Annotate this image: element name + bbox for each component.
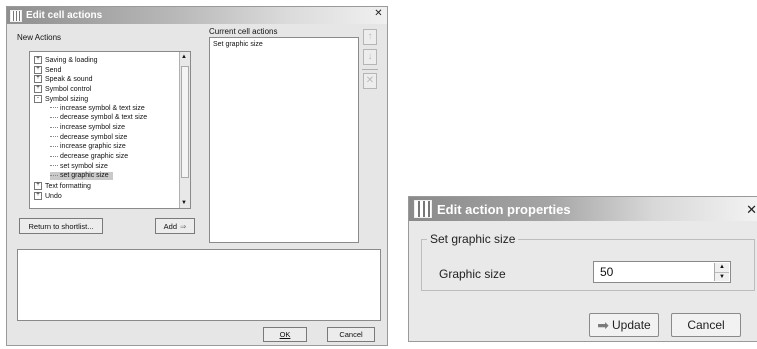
group-title: Set graphic size — [427, 232, 519, 246]
move-down-button[interactable]: ↓ — [363, 49, 377, 65]
tree-item-label: Saving & loading — [45, 56, 98, 64]
cancel-button[interactable]: Cancel — [327, 327, 375, 342]
tree-scrollbar[interactable]: ▲ ▼ — [179, 52, 190, 208]
expand-icon[interactable]: + — [34, 56, 42, 64]
tree-item[interactable]: - Symbol sizing — [34, 94, 92, 104]
window-title: Edit cell actions — [26, 10, 103, 21]
spin-down-icon[interactable]: ▼ — [715, 272, 729, 282]
stepper-spinner[interactable]: ▲ ▼ — [714, 263, 729, 281]
window-title-2: Edit action properties — [437, 201, 571, 217]
tree-item[interactable]: increase symbol & text size — [50, 105, 149, 113]
graphic-size-value: 50 — [600, 265, 614, 279]
ok-button[interactable]: OK — [263, 327, 307, 342]
tree-item-label: set symbol size — [60, 162, 108, 170]
delete-button[interactable]: ✕ — [363, 73, 377, 89]
actions-tree[interactable]: + Saving & loading + Send + Speak & sound + Sym… — [29, 51, 191, 209]
tree-item[interactable]: + Text formatting — [34, 182, 95, 191]
return-to-shortlist-button[interactable]: Return to shortlist... — [19, 218, 103, 234]
tree-item[interactable]: + Send — [34, 65, 65, 75]
graphic-size-input[interactable]: 50 ▲ ▼ — [593, 261, 731, 283]
tree-item[interactable]: + Undo — [34, 191, 66, 201]
move-up-button[interactable]: ↑ — [363, 29, 377, 45]
tree-item[interactable]: decrease symbol size — [50, 134, 131, 142]
return-label: Return to shortlist... — [28, 221, 94, 231]
tree-connector — [50, 145, 58, 147]
tree-item[interactable]: decrease graphic size — [50, 153, 132, 161]
current-actions-list[interactable]: Set graphic size — [209, 37, 359, 243]
expand-icon[interactable]: + — [34, 182, 42, 191]
spin-up-icon[interactable]: ▲ — [715, 263, 729, 272]
add-label: Add — [163, 221, 178, 231]
tree-item[interactable]: set graphic size — [50, 172, 113, 181]
update-button[interactable]: ➡ Update — [589, 313, 659, 337]
tree-item-label: Send — [45, 66, 62, 74]
tree-connector — [50, 136, 58, 138]
current-action-item[interactable]: Set graphic size — [213, 41, 263, 49]
update-label: Update — [612, 318, 651, 332]
scroll-thumb[interactable] — [181, 66, 189, 178]
tree-item-label: increase graphic size — [60, 143, 126, 151]
tree-item-label: Symbol sizing — [45, 95, 89, 103]
tree-item-label: Undo — [45, 192, 62, 200]
arrow-right-icon-2: ➡ — [597, 316, 610, 333]
expand-icon[interactable]: + — [34, 65, 42, 74]
add-button[interactable]: Add ⇒ — [155, 218, 195, 234]
title-bar[interactable]: Edit cell actions ✕ — [7, 7, 387, 24]
expand-icon[interactable]: + — [34, 75, 42, 84]
tree-connector — [50, 175, 58, 177]
description-area — [17, 249, 381, 321]
tree-item-label: decrease symbol & text size — [60, 114, 148, 122]
scroll-up-icon[interactable]: ▲ — [181, 54, 187, 60]
ok-label: OK — [279, 330, 291, 339]
graphic-size-label: Graphic size — [439, 267, 506, 281]
tree-item[interactable]: decrease symbol & text size — [50, 114, 151, 122]
tree-item-label: Text formatting — [45, 182, 91, 190]
close-icon-2[interactable]: ✕ — [746, 202, 757, 218]
tree-item[interactable]: set symbol size — [50, 163, 112, 171]
tree-item-label: set graphic size — [60, 172, 109, 180]
current-cell-actions-label: Current cell actions — [209, 27, 278, 36]
tree-connector — [50, 116, 58, 118]
tree-item-label: Speak & sound — [45, 76, 93, 84]
collapse-icon[interactable]: - — [34, 94, 42, 103]
close-icon[interactable]: ✕ — [373, 9, 384, 20]
tree-connector — [50, 165, 58, 167]
tree-item-label: Symbol control — [45, 85, 92, 93]
tree-connector — [50, 126, 58, 128]
tree-item[interactable]: + Saving & loading — [34, 56, 102, 65]
tree-item-label: decrease graphic size — [60, 153, 129, 160]
cancel-button-2[interactable]: Cancel — [671, 313, 741, 337]
tree-item-label: increase symbol size — [60, 123, 125, 131]
arrow-right-icon: ⇒ — [180, 221, 187, 231]
scroll-down-icon[interactable]: ▼ — [181, 200, 187, 206]
tree-item-label: decrease symbol size — [60, 133, 128, 141]
cancel-label: Cancel — [339, 330, 363, 339]
tree-item[interactable]: + Speak & sound — [34, 75, 96, 84]
new-actions-label: New Actions — [17, 33, 62, 42]
grid-app-icon — [10, 9, 22, 22]
tree-item[interactable]: + Symbol control — [34, 85, 95, 94]
divider — [362, 69, 378, 70]
tree-connector — [50, 107, 58, 109]
tree-connector — [50, 155, 58, 157]
grid-app-icon-2 — [414, 200, 432, 218]
title-bar-2[interactable]: Edit action properties ✕ — [409, 197, 757, 221]
tree-item[interactable]: increase symbol size — [50, 124, 129, 132]
cancel-label-2: Cancel — [687, 318, 725, 332]
tree-item[interactable]: increase graphic size — [50, 143, 130, 151]
edit-action-properties-window: Edit action properties ✕ Set graphic siz… — [408, 196, 757, 342]
expand-icon[interactable]: + — [34, 85, 42, 94]
expand-icon[interactable]: + — [34, 191, 42, 200]
edit-cell-actions-window: Edit cell actions ✕ New Actions Current … — [6, 6, 388, 346]
tree-item-label: increase symbol & text size — [60, 104, 145, 112]
